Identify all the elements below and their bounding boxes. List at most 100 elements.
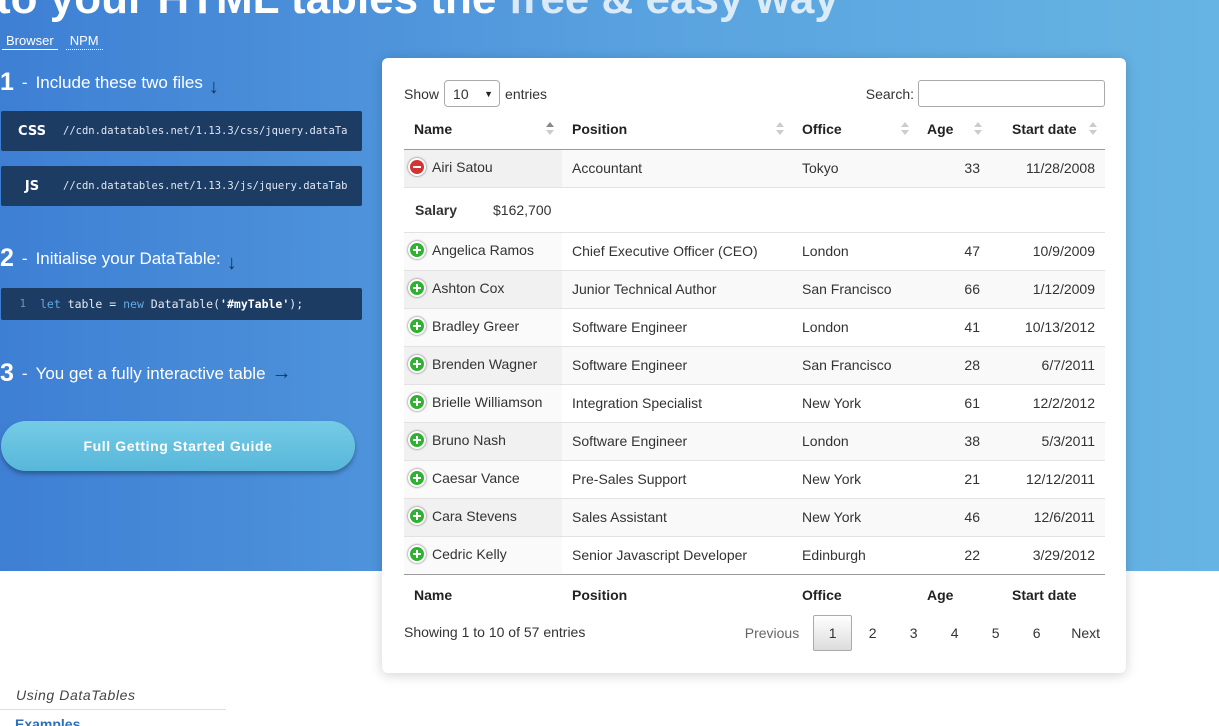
step-dash: -: [21, 248, 28, 268]
tab-browser[interactable]: Browser: [2, 33, 58, 50]
cell-office: New York: [792, 497, 917, 536]
expand-row-icon[interactable]: [408, 545, 426, 564]
sort-ascending-icon: [546, 122, 554, 136]
column-header-position[interactable]: Position: [562, 109, 792, 150]
next-page-button[interactable]: Next: [1057, 615, 1106, 651]
sort-icon: [1089, 122, 1097, 136]
expand-row-icon[interactable]: [408, 317, 426, 336]
js-code-block[interactable]: JS //cdn.datatables.net/1.13.3/js/jquery…: [1, 166, 362, 206]
cell-office: London: [792, 231, 917, 270]
nav-link-examples[interactable]: Examples: [15, 716, 80, 726]
name-text: Bradley Greer: [432, 317, 520, 334]
sort-icon: [901, 122, 909, 136]
cell-start-date: 11/28/2008: [990, 148, 1105, 187]
name-text: Angelica Ramos: [432, 241, 534, 258]
expand-row-icon[interactable]: [408, 393, 426, 412]
cell-name: Brenden Wagner: [404, 345, 562, 384]
data-table: Name Position Office Age Start date Airi…: [404, 109, 1105, 615]
cell-age: 46: [917, 497, 990, 536]
page-length-select[interactable]: 10 ▼: [444, 80, 501, 107]
table-row: Cedric Kelly Senior Javascript Developer E…: [404, 535, 1105, 574]
name-text: Caesar Vance: [432, 469, 520, 486]
column-footer-position: Position: [562, 573, 792, 615]
cell-start-date: 12/6/2011: [990, 497, 1105, 536]
expand-row-icon[interactable]: [408, 469, 426, 488]
init-code[interactable]: let table = new DataTable('#myTable');: [40, 297, 303, 311]
expand-row-icon[interactable]: [408, 279, 426, 298]
page-button[interactable]: 5: [975, 615, 1016, 651]
cell-position: Software Engineer: [562, 345, 792, 384]
page-button[interactable]: 6: [1016, 615, 1057, 651]
cell-office: London: [792, 421, 917, 460]
step-2: 2 - Initialise your DataTable: ↓: [0, 244, 237, 274]
step-text: Include these two files: [35, 72, 203, 92]
expand-row-icon[interactable]: [408, 431, 426, 450]
cell-position: Integration Specialist: [562, 383, 792, 422]
search-control: Search:: [866, 80, 1105, 107]
step-number: 3: [0, 359, 14, 387]
page-button[interactable]: 4: [934, 615, 975, 651]
cell-position: Junior Technical Author: [562, 269, 792, 308]
step-dash: -: [21, 363, 28, 383]
expand-row-icon[interactable]: [408, 507, 426, 526]
table-row: Cara Stevens Sales Assistant New York 46 12/…: [404, 497, 1105, 536]
column-footer-start-date: Start date: [990, 573, 1105, 615]
previous-page-button[interactable]: Previous: [739, 615, 813, 651]
cell-start-date: 10/13/2012: [990, 307, 1105, 346]
cell-name: Angelica Ramos: [404, 231, 562, 270]
hero-title: to your HTML tables the free & easy way: [0, 0, 839, 24]
column-header-office[interactable]: Office: [792, 109, 917, 150]
step-1: 1 - Include these two files ↓: [0, 68, 219, 98]
collapse-row-icon[interactable]: [408, 158, 426, 177]
name-text: Airi Satou: [432, 158, 493, 175]
search-label: Search:: [865, 85, 914, 102]
tab-npm[interactable]: NPM: [65, 33, 103, 50]
name-text: Cedric Kelly: [432, 545, 507, 562]
css-cdn-url[interactable]: //cdn.datatables.net/1.13.3/css/jquery.d…: [63, 125, 347, 137]
step-number: 1: [0, 68, 14, 96]
table-row: Brenden Wagner Software Engineer San Franc…: [404, 345, 1105, 384]
cell-office: New York: [792, 383, 917, 422]
line-number: 1: [19, 298, 26, 310]
table-row: Caesar Vance Pre-Sales Support New York 21 1…: [404, 459, 1105, 498]
cell-position: Accountant: [562, 148, 792, 187]
cell-age: 38: [917, 421, 990, 460]
nav-divider: [0, 709, 226, 710]
css-code-block[interactable]: CSS //cdn.datatables.net/1.13.3/css/jque…: [1, 111, 362, 151]
column-header-name[interactable]: Name: [404, 109, 562, 150]
arrow-right-icon: →: [271, 362, 292, 384]
page-button[interactable]: 1: [813, 615, 853, 651]
cell-start-date: 6/7/2011: [990, 345, 1105, 384]
cell-name: Bradley Greer: [404, 307, 562, 346]
sort-icon: [776, 122, 784, 136]
search-input[interactable]: [918, 80, 1105, 107]
page-buttons: 123456: [813, 615, 1057, 651]
column-header-start-date[interactable]: Start date: [990, 109, 1105, 150]
getting-started-guide-button[interactable]: Full Getting Started Guide: [1, 421, 355, 471]
sort-icon: [974, 122, 982, 136]
expand-row-icon[interactable]: [408, 241, 426, 260]
column-header-age[interactable]: Age: [917, 109, 990, 150]
cell-office: San Francisco: [792, 269, 917, 308]
datatable-card: Show 10 ▼ entries Search: Name Position …: [382, 58, 1126, 673]
init-code-block[interactable]: 1 let table = new DataTable('#myTable');: [1, 288, 362, 320]
js-cdn-url[interactable]: //cdn.datatables.net/1.13.3/js/jquery.da…: [63, 180, 347, 192]
step-text: You get a fully interactive table: [35, 363, 266, 383]
cell-start-date: 3/29/2012: [990, 535, 1105, 574]
header-row: Name Position Office Age Start date: [404, 109, 1105, 150]
column-footer-age: Age: [917, 573, 990, 615]
cell-name: Bruno Nash: [404, 421, 562, 460]
page-button[interactable]: 3: [893, 615, 934, 651]
cell-age: 22: [917, 535, 990, 574]
page-length-control: Show 10 ▼ entries: [404, 80, 547, 107]
cell-start-date: 12/2/2012: [990, 383, 1105, 422]
cell-age: 28: [917, 345, 990, 384]
expand-row-icon[interactable]: [408, 355, 426, 374]
install-tabs: Browser NPM: [2, 33, 103, 50]
table-info: Showing 1 to 10 of 57 entries: [404, 624, 586, 640]
name-text: Cara Stevens: [432, 507, 517, 524]
length-label-entries: entries: [505, 85, 548, 102]
column-footer-name: Name: [404, 573, 562, 615]
page-button[interactable]: 2: [852, 615, 893, 651]
table-row: Bruno Nash Software Engineer London 38 5/3/2…: [404, 421, 1105, 460]
